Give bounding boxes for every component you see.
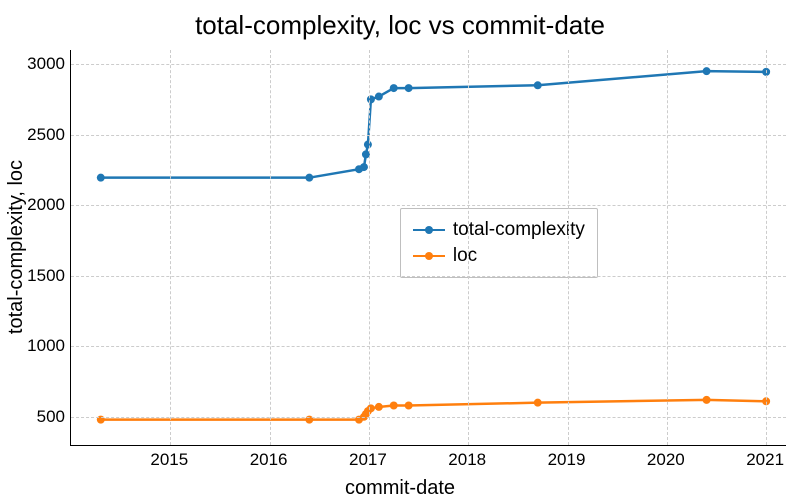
grid-line-vertical bbox=[468, 50, 469, 445]
y-tick-label: 3000 bbox=[10, 54, 65, 74]
y-tick-label: 2000 bbox=[10, 195, 65, 215]
data-point bbox=[534, 81, 542, 89]
grid-line-horizontal bbox=[71, 417, 786, 418]
legend-row: loc bbox=[413, 243, 585, 269]
grid-line-vertical bbox=[667, 50, 668, 445]
x-tick-label: 2016 bbox=[250, 450, 288, 470]
y-tick-label: 500 bbox=[10, 407, 65, 427]
grid-line-horizontal bbox=[71, 205, 786, 206]
legend-label: loc bbox=[453, 245, 477, 267]
grid-line-vertical bbox=[766, 50, 767, 445]
x-tick-label: 2015 bbox=[150, 450, 188, 470]
grid-line-vertical bbox=[170, 50, 171, 445]
chart-container: total-complexity, loc vs commit-date tot… bbox=[0, 0, 800, 500]
data-point bbox=[405, 84, 413, 92]
grid-line-horizontal bbox=[71, 64, 786, 65]
data-point bbox=[703, 396, 711, 404]
x-tick-label: 2019 bbox=[548, 450, 586, 470]
data-point bbox=[375, 93, 383, 101]
data-point bbox=[375, 403, 383, 411]
data-point bbox=[360, 163, 368, 171]
data-point bbox=[405, 402, 413, 410]
chart-title: total-complexity, loc vs commit-date bbox=[0, 10, 800, 41]
grid-line-horizontal bbox=[71, 346, 786, 347]
x-tick-label: 2017 bbox=[349, 450, 387, 470]
y-tick-label: 2500 bbox=[10, 125, 65, 145]
legend-swatch bbox=[413, 223, 445, 237]
y-tick-label: 1500 bbox=[10, 266, 65, 286]
plot-area: total-complexity loc bbox=[70, 50, 786, 446]
y-tick-label: 1000 bbox=[10, 336, 65, 356]
data-point bbox=[703, 67, 711, 75]
data-point bbox=[305, 174, 313, 182]
data-point bbox=[390, 402, 398, 410]
data-point bbox=[534, 399, 542, 407]
legend-label: total-complexity bbox=[453, 219, 585, 241]
x-tick-label: 2018 bbox=[448, 450, 486, 470]
grid-line-horizontal bbox=[71, 135, 786, 136]
grid-line-vertical bbox=[369, 50, 370, 445]
legend-swatch bbox=[413, 249, 445, 263]
data-point bbox=[390, 84, 398, 92]
x-axis-label: commit-date bbox=[0, 477, 800, 500]
y-axis-label: total-complexity, loc bbox=[5, 160, 28, 334]
grid-line-vertical bbox=[568, 50, 569, 445]
data-point bbox=[97, 174, 105, 182]
data-point bbox=[364, 141, 372, 149]
legend-row: total-complexity bbox=[413, 217, 585, 243]
x-tick-label: 2020 bbox=[647, 450, 685, 470]
grid-line-horizontal bbox=[71, 276, 786, 277]
grid-line-vertical bbox=[270, 50, 271, 445]
x-tick-label: 2021 bbox=[746, 450, 784, 470]
